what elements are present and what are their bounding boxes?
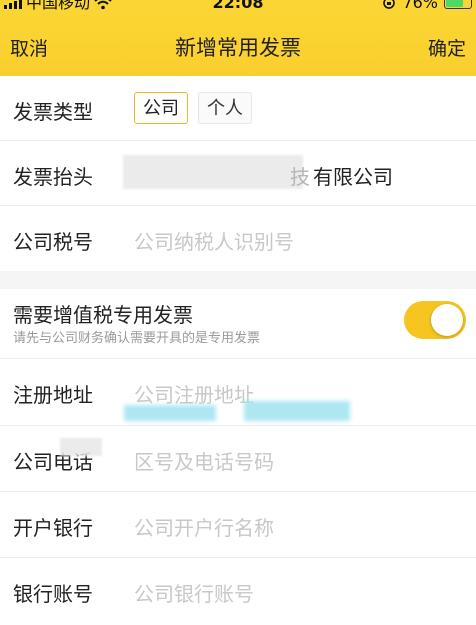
account-label: 银行账号 [13, 582, 93, 606]
invoice-header-partial: 技 [290, 165, 310, 189]
tax-id-label: 公司税号 [13, 230, 93, 254]
vat-subtitle: 请先与公司财务确认需要开具的是专用发票 [13, 331, 261, 346]
account-input[interactable]: 公司银行账号 [134, 578, 254, 607]
page-title: 新增常用发票 [175, 36, 301, 60]
invoice-basic-group: 发票类型 公司 个人 发票抬头 技 有限公司 公司税号 公司纳税人识别号 [0, 76, 476, 271]
phone-row[interactable]: 公司电话 区号及电话号码 [0, 426, 476, 492]
account-row[interactable]: 银行账号 公司银行账号 [0, 558, 476, 625]
orientation-lock-icon [383, 0, 396, 9]
vat-group: 需要增值税专用发票 请先与公司财务确认需要开具的是专用发票 注册地址 公司注册地… [0, 289, 476, 625]
bank-row[interactable]: 开户银行 公司开户行名称 [0, 492, 476, 558]
redacted-text [123, 155, 303, 189]
status-bar: 中国移动 22:08 76% [0, 0, 476, 14]
redacted-mark [60, 438, 102, 456]
invoice-type-row: 发票类型 公司 个人 [0, 76, 476, 141]
invoice-header-row[interactable]: 发票抬头 技 有限公司 [0, 141, 476, 206]
battery-fill [446, 0, 463, 7]
redacted-mark [124, 405, 216, 421]
vat-toggle-row: 需要增值税专用发票 请先与公司财务确认需要开具的是专用发票 [0, 289, 476, 359]
address-input[interactable]: 公司注册地址 [134, 379, 254, 408]
tax-id-input[interactable]: 公司纳税人识别号 [134, 226, 294, 255]
nav-bar: 取消 新增常用发票 确定 [0, 14, 476, 76]
type-option-personal[interactable]: 个人 [198, 92, 252, 124]
battery-percent: 76% [402, 0, 438, 12]
bank-label: 开户银行 [13, 516, 93, 540]
tax-id-row[interactable]: 公司税号 公司纳税人识别号 [0, 206, 476, 271]
invoice-type-label: 发票类型 [13, 100, 93, 124]
invoice-header-label: 发票抬头 [13, 165, 93, 189]
address-label: 注册地址 [13, 383, 93, 407]
type-option-company[interactable]: 公司 [134, 92, 188, 124]
address-row[interactable]: 注册地址 公司注册地址 [0, 359, 476, 426]
redacted-mark [244, 401, 350, 421]
vat-title: 需要增值税专用发票 [13, 303, 193, 327]
vat-toggle[interactable] [404, 301, 466, 339]
toggle-knob [431, 304, 463, 336]
phone-input[interactable]: 区号及电话号码 [134, 446, 274, 475]
confirm-button[interactable]: 确定 [428, 34, 466, 61]
battery-icon [444, 0, 472, 9]
bank-input[interactable]: 公司开户行名称 [134, 512, 274, 541]
status-right: 76% [382, 0, 472, 12]
invoice-header-value[interactable]: 有限公司 [313, 161, 393, 190]
